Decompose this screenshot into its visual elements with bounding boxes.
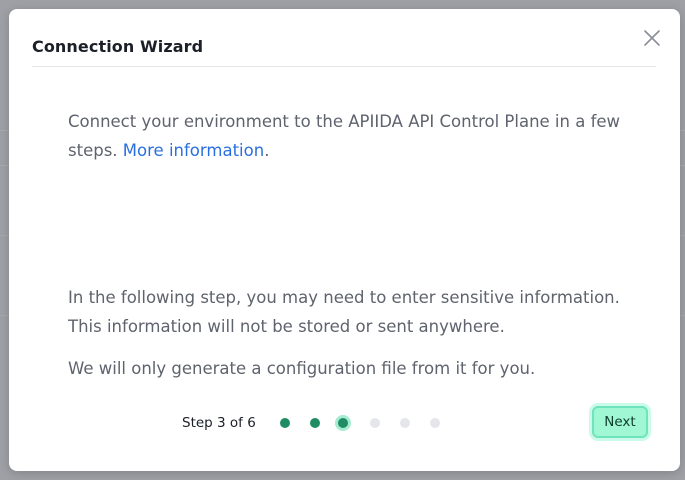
step-dot-5[interactable] — [400, 418, 410, 428]
next-button[interactable]: Next — [592, 406, 648, 438]
step-indicator-label: Step 3 of 6 — [182, 415, 256, 431]
step-dot-1[interactable] — [280, 418, 290, 428]
close-button[interactable] — [641, 27, 663, 49]
connection-wizard-dialog: Connection Wizard Connect your environme… — [9, 9, 680, 471]
intro-text: Connect your environment to the APIIDA A… — [68, 107, 628, 165]
generate-config-note: We will only generate a configuration fi… — [68, 359, 536, 378]
step-dot-4[interactable] — [370, 418, 380, 428]
dialog-header: Connection Wizard — [32, 35, 656, 67]
sensitive-info-note: In the following step, you may need to e… — [68, 288, 620, 336]
intro-trailing: . — [264, 141, 270, 160]
dialog-title: Connection Wizard — [32, 37, 204, 56]
more-information-link[interactable]: More information — [123, 141, 264, 160]
step-dot-2[interactable] — [310, 418, 320, 428]
step-dot-6[interactable] — [430, 418, 440, 428]
close-icon — [641, 27, 663, 49]
step-dot-3[interactable] — [335, 415, 351, 431]
